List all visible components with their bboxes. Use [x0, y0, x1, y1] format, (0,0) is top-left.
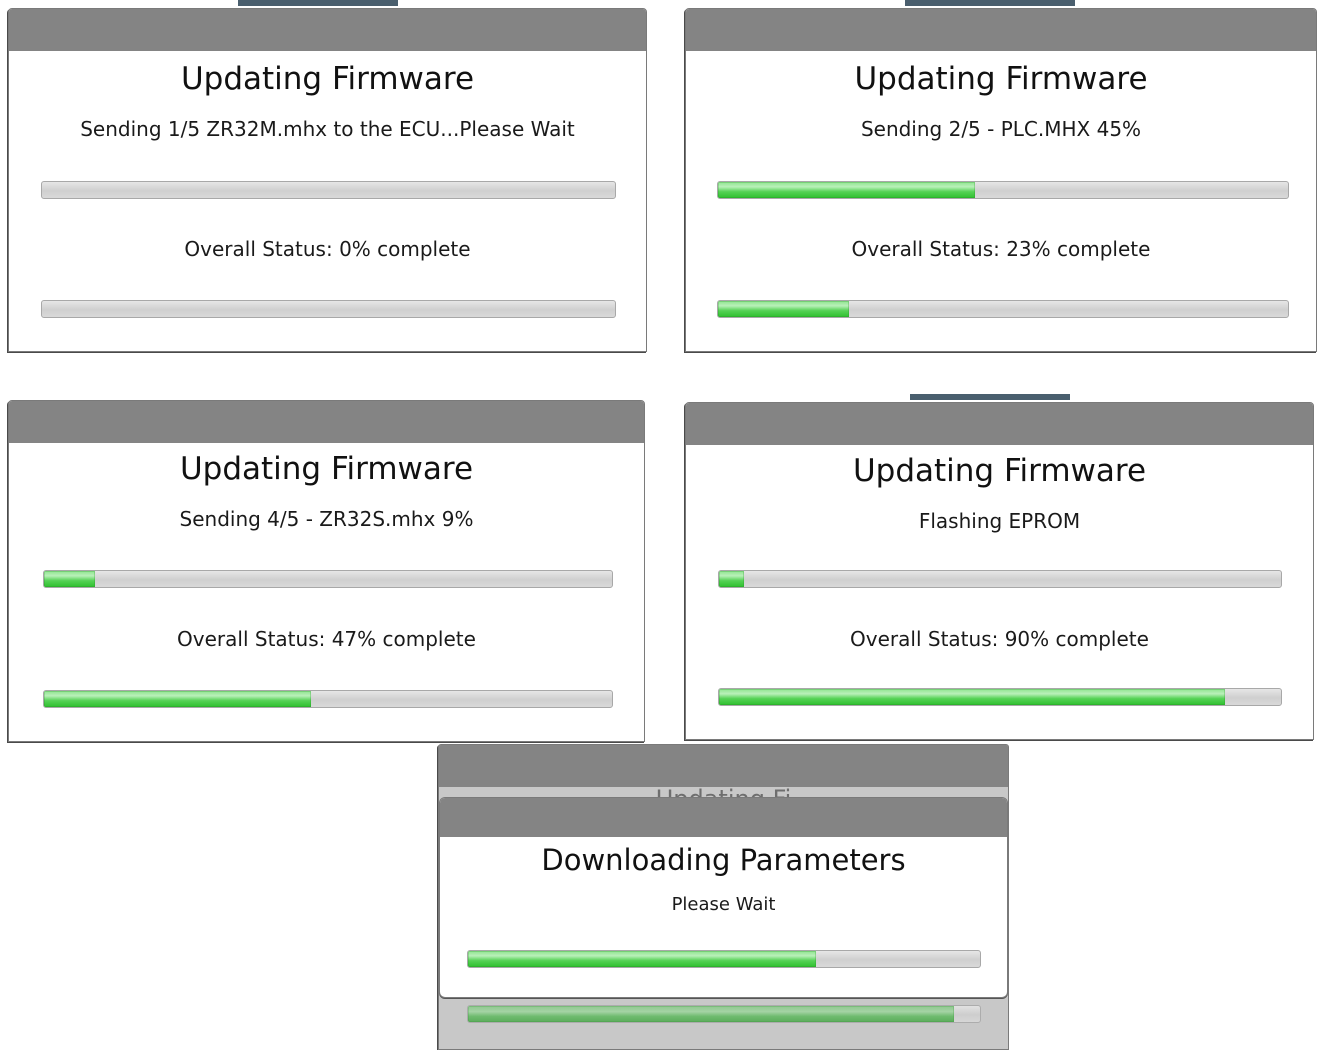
dialog-titlebar	[439, 745, 1008, 787]
dialog-titlebar	[440, 798, 1007, 837]
dialog-titlebar	[9, 401, 644, 443]
download-status-text: Please Wait	[671, 894, 776, 915]
background-window-edge	[910, 394, 1070, 400]
overall-status-text: Overall Status: 23% complete	[851, 237, 1151, 261]
file-status-text: Flashing EPROM	[918, 509, 1081, 533]
dialog-heading: Downloading Parameters	[541, 843, 906, 877]
background-window-edge	[238, 0, 398, 6]
file-status-text: Sending 1/5 ZR32M.mhx to the ECU...Pleas…	[80, 117, 575, 141]
background-progress-fill	[468, 1006, 955, 1022]
update-firmware-dialog-2: Updating Firmware Sending 2/5 - PLC.MHX …	[685, 8, 1317, 352]
dialog-titlebar	[9, 9, 646, 51]
overall-status-text: Overall Status: 0% complete	[184, 237, 471, 261]
background-window-edge	[905, 0, 1075, 6]
file-status-text: Sending 2/5 - PLC.MHX 45%	[860, 117, 1142, 141]
file-status-text: Sending 4/5 - ZR32S.mhx 9%	[179, 507, 474, 531]
dialog-heading: Updating Firmware	[852, 453, 1147, 489]
dialog-titlebar	[686, 9, 1316, 51]
file-progress-bar	[717, 181, 1289, 199]
file-progress-fill	[44, 571, 96, 587]
dialog-heading: Updating Firmware	[180, 61, 475, 97]
dialog-titlebar	[686, 403, 1313, 445]
dialog-heading: Updating Firmware	[854, 61, 1148, 97]
file-progress-bar	[41, 181, 616, 199]
overall-progress-fill	[44, 691, 311, 707]
download-progress-fill	[468, 951, 817, 967]
overall-status-text: Overall Status: 90% complete	[850, 627, 1149, 651]
overall-progress-fill	[718, 301, 850, 317]
update-firmware-dialog-1: Updating Firmware Sending 1/5 ZR32M.mhx …	[8, 8, 647, 352]
overall-progress-bar	[41, 300, 616, 318]
file-progress-fill	[719, 571, 745, 587]
overall-progress-bar	[43, 690, 613, 708]
overall-status-text: Overall Status: 47% complete	[177, 627, 476, 651]
background-progress-bar	[467, 1005, 981, 1023]
file-progress-bar	[43, 570, 613, 588]
update-firmware-dialog-3: Updating Firmware Sending 4/5 - ZR32S.mh…	[8, 400, 645, 742]
overall-progress-bar	[717, 300, 1289, 318]
dialog-heading: Updating Firmware	[179, 451, 474, 487]
overall-progress-fill	[719, 689, 1225, 705]
update-firmware-dialog-4: Updating Firmware Flashing EPROM Overall…	[685, 402, 1314, 740]
file-progress-bar	[718, 570, 1282, 588]
download-progress-bar	[467, 950, 981, 968]
download-parameters-dialog: Downloading Parameters Please Wait	[439, 797, 1008, 998]
file-progress-fill	[718, 182, 975, 198]
overall-progress-bar	[718, 688, 1282, 706]
